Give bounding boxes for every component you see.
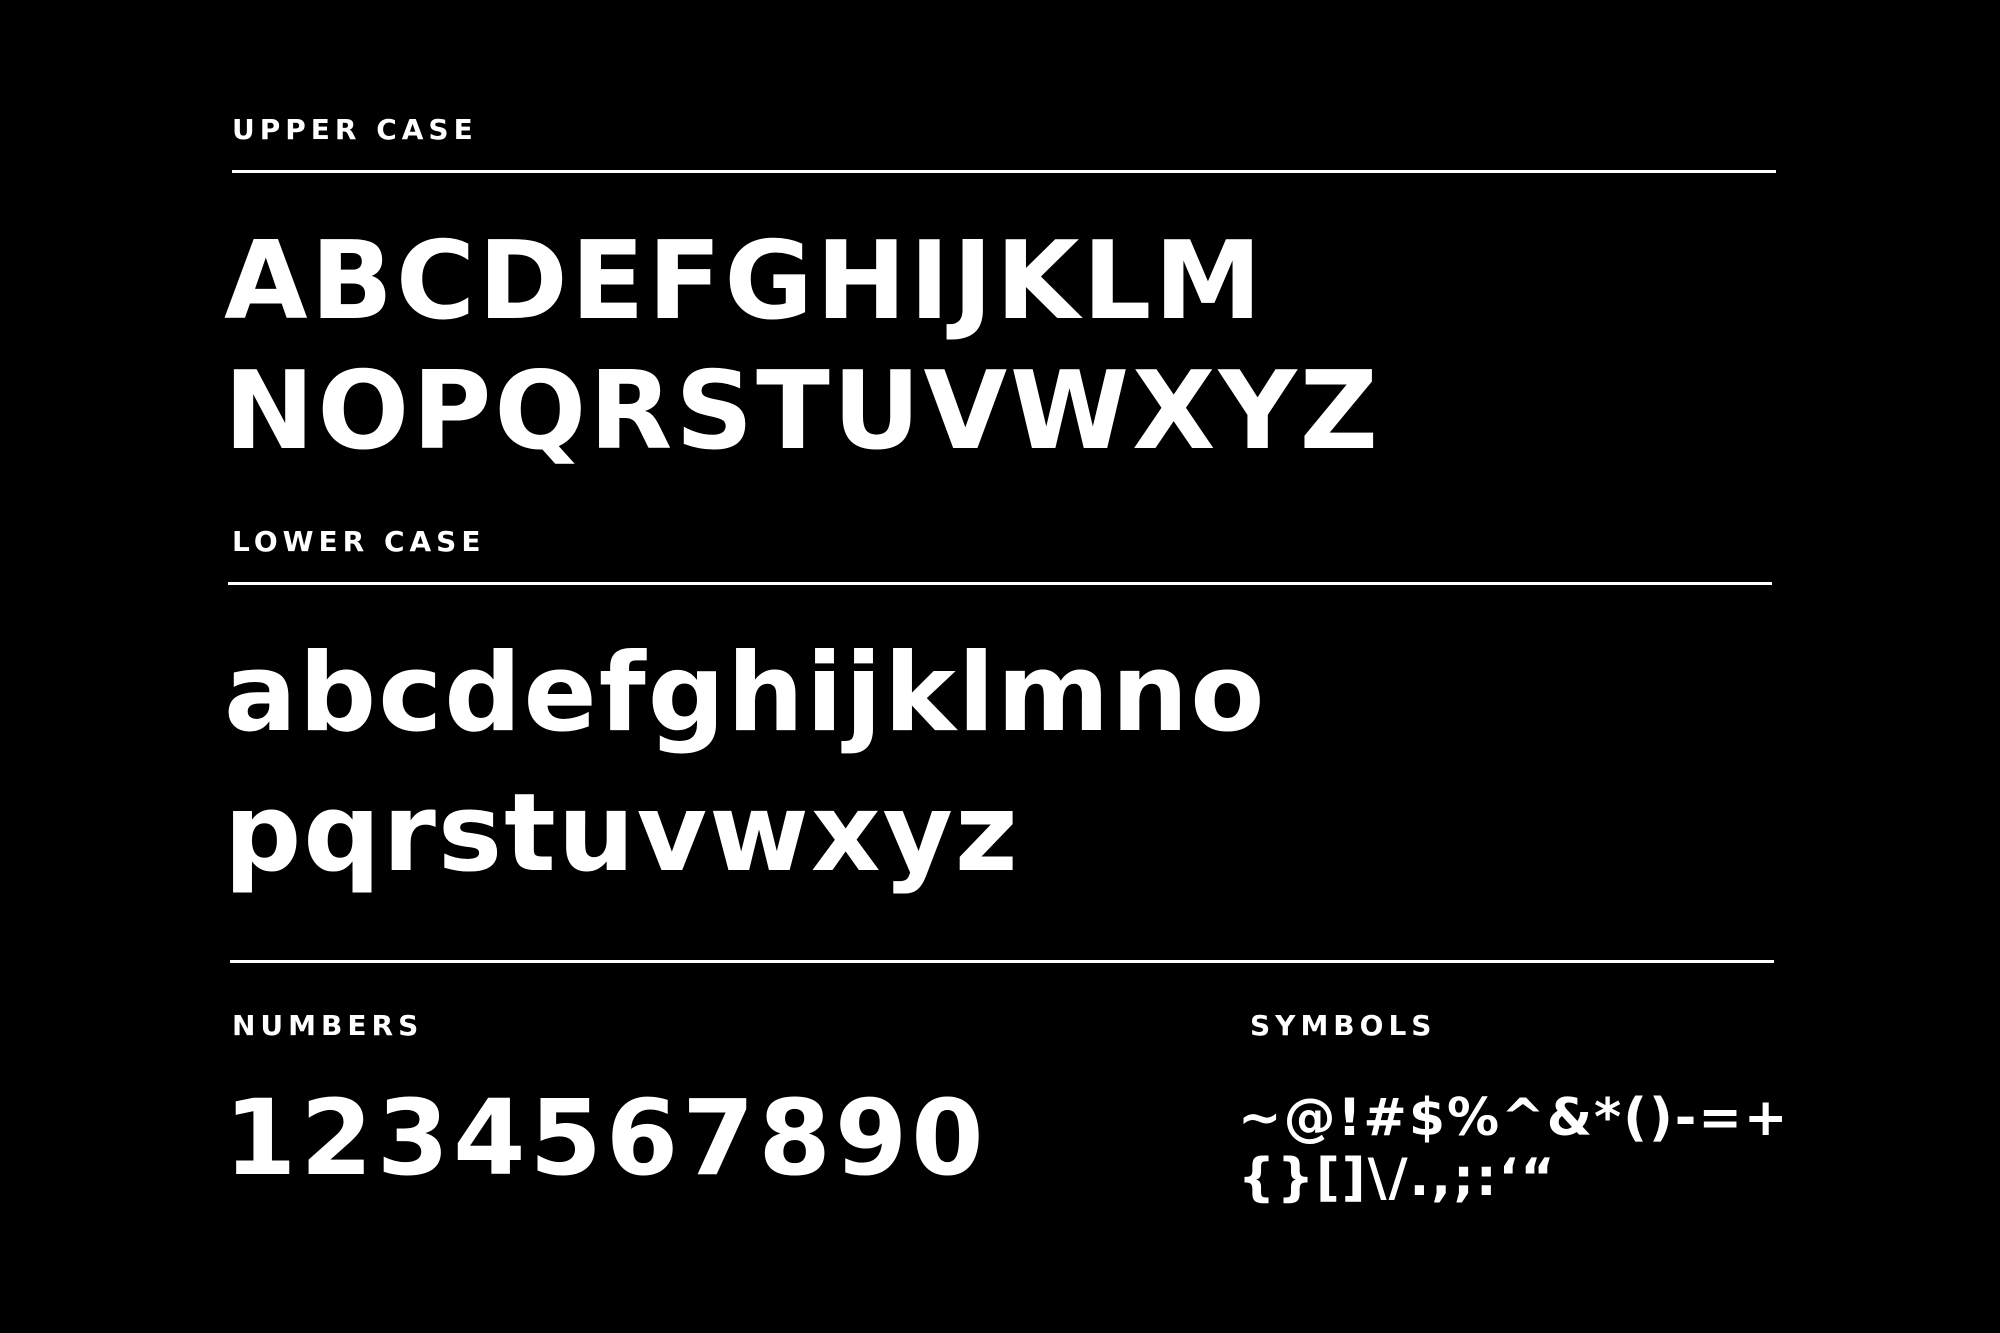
symbols-line-2: {}[]\/.,;:‘“ [1238,1148,1557,1208]
symbols-label: SYMBOLS [1250,1009,1437,1042]
symbols-line-1: ~@!#$%^&*()-=+ [1238,1088,1790,1148]
lower-case-line-1: abcdefghijklmno [224,631,1267,756]
lower-case-label: LOWER CASE [232,525,486,558]
upper-case-line-1: ABCDEFGHIJKLM [224,219,1265,344]
upper-case-divider [232,170,1776,173]
bottom-divider [230,960,1774,963]
lower-case-line-2: pqrstuvwxyz [224,771,1020,896]
upper-case-line-2: NOPQRSTUVWXYZ [224,349,1381,474]
numbers-label: NUMBERS [232,1009,424,1042]
upper-case-label: UPPER CASE [232,113,478,146]
lower-case-divider [228,582,1772,585]
numbers-line: 1234567890 [224,1077,988,1199]
